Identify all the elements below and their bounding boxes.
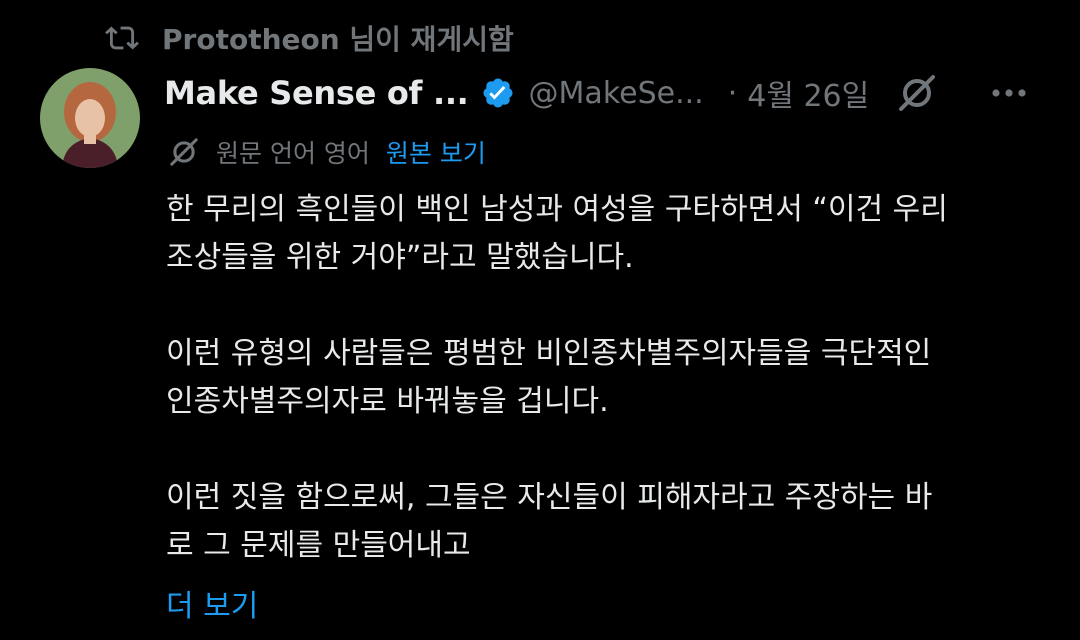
avatar[interactable] — [40, 68, 140, 168]
repost-label: Prototheon 님이 재게시함 — [162, 23, 514, 56]
tweet-paragraph: 이런 짓을 함으로써, 그들은 자신들이 피해자라고 주장하는 바 로 그 문제… — [166, 474, 1056, 570]
tweet-paragraph: 이런 유형의 사람들은 평범한 비인종차별주의자들을 극단적인 인종차별주의자로… — [166, 330, 1056, 426]
verified-badge-icon[interactable] — [481, 76, 515, 110]
repost-indicator[interactable]: Prototheon 님이 재게시함 — [104, 18, 514, 58]
author-display-name[interactable]: Make Sense of ... — [164, 74, 469, 112]
tweet-line: 이런 짓을 함으로써, 그들은 자신들이 피해자라고 주장하는 바 — [166, 480, 933, 515]
tweet-line: 인종차별주의자로 바꿔놓을 겁니다. — [166, 384, 609, 419]
more-horizontal-icon[interactable] — [989, 73, 1029, 113]
tweet-header: Make Sense of ... @MakeSe... · 4월 26일 — [164, 68, 1050, 118]
original-language-note: 원문 언어 영어 — [216, 139, 370, 168]
repost-icon — [104, 20, 140, 56]
view-original-link[interactable]: 원본 보기 — [386, 134, 486, 170]
tweet-date[interactable]: 4월 26일 — [747, 71, 869, 115]
tweet-line: 이런 유형의 사람들은 평범한 비인종차별주의자들을 극단적인 — [166, 336, 932, 371]
grok-icon[interactable] — [895, 71, 939, 115]
tweet-line: 한 무리의 흑인들이 백인 남성과 여성을 구타하면서 “이건 우리 — [166, 192, 948, 227]
tweet-line: 로 그 문제를 만들어내고 — [166, 528, 471, 563]
show-more-link[interactable]: 더 보기 — [166, 583, 258, 631]
translate-icon — [168, 135, 202, 169]
tweet-line: 조상들을 위한 거야”라고 말했습니다. — [166, 240, 634, 275]
tweet-paragraph: 한 무리의 흑인들이 백인 남성과 여성을 구타하면서 “이건 우리 조상들을 … — [166, 186, 1056, 282]
author-handle[interactable]: @MakeSe... — [529, 76, 704, 111]
translation-info: 원문 언어 영어 원본 보기 — [168, 132, 486, 172]
tweet-text: 한 무리의 흑인들이 백인 남성과 여성을 구타하면서 “이건 우리 조상들을 … — [166, 186, 1056, 570]
separator-dot: · — [727, 75, 738, 111]
